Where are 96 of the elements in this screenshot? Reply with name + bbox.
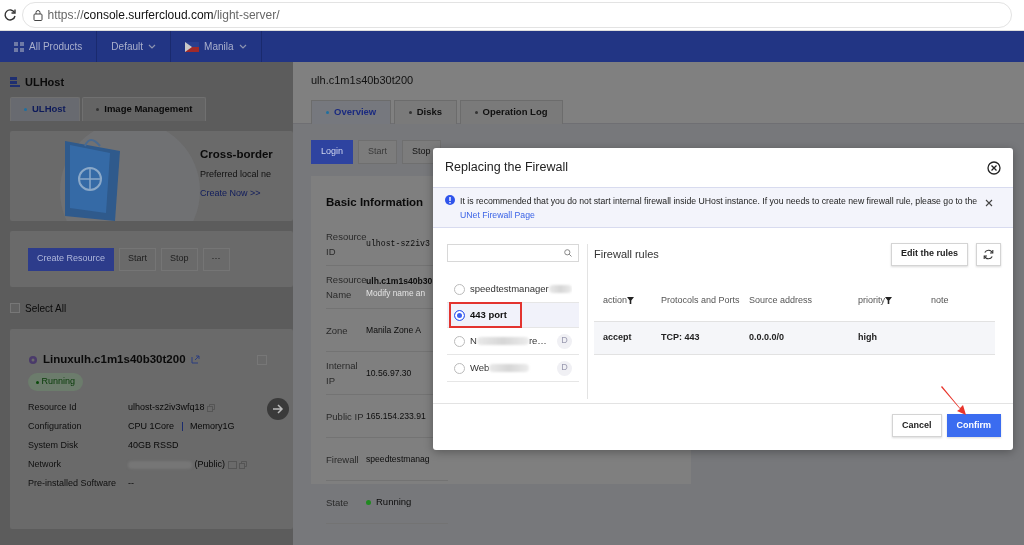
section-title: Basic Information xyxy=(326,195,424,210)
field-label: Network xyxy=(28,458,62,471)
refresh-icon xyxy=(983,248,994,260)
instance-name: Linuxulh.c1m1s40b30t200 xyxy=(43,352,186,367)
table-cell: 0.0.0.0/0 xyxy=(749,332,785,343)
column-header: priority xyxy=(858,294,885,308)
field-value: 10.56.97.30 xyxy=(366,366,412,380)
checkbox[interactable] xyxy=(10,303,20,313)
table-cell: high xyxy=(858,332,877,343)
banner-text: Preferred local ne xyxy=(200,168,272,182)
badge: D xyxy=(557,333,572,349)
external-link-icon xyxy=(190,355,200,365)
url-text: https://console.surfercloud.com/light-server/ xyxy=(47,7,280,24)
tab[interactable]: Operation Log xyxy=(459,100,563,124)
column-header: Protocols and Ports xyxy=(661,294,740,308)
create-now-link[interactable]: Create Now >> xyxy=(200,186,261,201)
close-icon[interactable] xyxy=(985,199,993,207)
url-field[interactable]: https://console.surfercloud.com/light-server/ xyxy=(21,2,1012,28)
field-value: speedtestmanag xyxy=(366,452,430,466)
name-hint: Modify name an xyxy=(366,287,427,300)
cancel-button[interactable]: Cancel xyxy=(892,414,942,437)
field-label: Resource Name xyxy=(326,273,366,303)
field-label: Configuration xyxy=(28,420,83,433)
stop-button[interactable]: Stop xyxy=(402,140,441,164)
close-icon[interactable] xyxy=(987,160,1001,175)
firewall-name: speedtestmanager xyxy=(470,281,572,297)
field-value: (Public) xyxy=(194,458,225,471)
gear-icon xyxy=(28,354,38,365)
field-label: Internal IP xyxy=(326,359,359,389)
filter-icon[interactable] xyxy=(885,297,892,305)
field-value: Memory1G xyxy=(190,420,235,433)
field-value: CPU 1Core xyxy=(128,420,174,433)
next-arrow-button[interactable] xyxy=(267,398,289,420)
table-cell: TCP: 443 xyxy=(661,332,700,343)
column-header: action xyxy=(603,294,628,308)
refresh-button[interactable] xyxy=(976,242,1001,266)
tab[interactable]: Overview xyxy=(311,100,392,124)
column-header: note xyxy=(931,294,949,308)
search-field[interactable] xyxy=(447,244,579,262)
field-label: Firewall xyxy=(326,452,360,467)
field-value: ulh.c1m1s40b30 xyxy=(366,274,433,288)
panel-title: ULHost xyxy=(25,74,65,90)
radio-button[interactable] xyxy=(454,335,465,347)
filter-icon[interactable] xyxy=(627,297,635,305)
tab[interactable]: Disks xyxy=(393,100,458,124)
field-label: Resource Id xyxy=(28,401,78,414)
edit-rules-button[interactable]: Edit the rules xyxy=(891,242,968,266)
field-value: Manila Zone A xyxy=(366,323,421,337)
lock-icon xyxy=(32,9,43,21)
tab[interactable]: ULHost xyxy=(10,97,80,121)
firewall-name: Web xyxy=(470,360,552,376)
confirm-button[interactable]: Confirm xyxy=(946,414,1001,437)
table-cell: accept xyxy=(603,332,632,343)
flag-icon xyxy=(185,41,200,52)
field-value: Running xyxy=(376,495,412,510)
firewall-name: N re… xyxy=(470,333,548,348)
field-label: System Disk xyxy=(28,439,79,452)
grid-icon xyxy=(14,41,24,52)
tab[interactable]: Image Management xyxy=(82,97,207,121)
firewall-page-link[interactable]: UNet Firewall Page xyxy=(460,209,535,220)
field-value: 165.154.233.91 xyxy=(366,409,426,423)
firewall-name: 443 port xyxy=(470,307,508,322)
field-label: Public IP xyxy=(326,409,365,424)
column-header: Source address xyxy=(749,294,813,308)
login-button[interactable]: Login xyxy=(311,140,354,164)
search-icon xyxy=(564,249,572,257)
field-label: State xyxy=(326,495,350,510)
server-list-icon xyxy=(10,77,20,87)
field-label: Pre-installed Software xyxy=(28,477,118,490)
info-icon xyxy=(445,195,455,205)
drawer-title: ulh.c1m1s40b30t200 xyxy=(311,73,415,88)
firewall-option[interactable]: N re… D xyxy=(447,328,579,355)
status-pill: Running xyxy=(28,373,84,391)
firewall-option[interactable]: 443 port xyxy=(447,303,579,328)
alert-message: It is recommended that you do not start internal firewall inside UHost instance. If you needs to create new firewall rule, please go to the UNet Firewall Page xyxy=(460,195,979,222)
radio-button[interactable] xyxy=(454,309,465,321)
more-button[interactable]: ··· xyxy=(202,247,230,271)
field-label: Resource ID xyxy=(326,230,366,260)
field-label: Zone xyxy=(326,323,349,338)
field-value: ulhost-sz2iv3wfq18 xyxy=(128,401,205,414)
select-all-label: Select All xyxy=(25,301,67,316)
field-value: 40GB RSSD xyxy=(128,439,179,452)
dialog-title: Replacing the Firewall xyxy=(445,159,568,177)
field-value: ulhost-sz2iv3 xyxy=(366,238,430,251)
field-value: -- xyxy=(128,477,134,490)
create-button[interactable]: Create Resource xyxy=(28,247,115,271)
reload-icon[interactable] xyxy=(2,8,17,22)
chevron-down-icon xyxy=(148,43,157,50)
section-title: Firewall rules xyxy=(594,246,660,262)
chevron-down-icon xyxy=(238,43,247,50)
badge: D xyxy=(557,360,572,376)
banner-title: Cross-border xyxy=(200,147,273,162)
status-dot xyxy=(366,499,371,505)
radio-button[interactable] xyxy=(454,283,465,295)
radio-button[interactable] xyxy=(454,362,465,374)
firewall-option[interactable]: Web D xyxy=(447,355,579,382)
